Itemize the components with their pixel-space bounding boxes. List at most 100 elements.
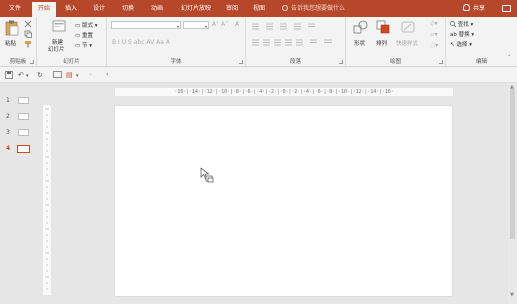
editing-group-label: 编辑 (475, 59, 487, 65)
redo-icon[interactable]: ↻ (37, 71, 43, 79)
replace-label: 替换 (458, 32, 470, 38)
slides-group-label: 幻灯片 (63, 59, 80, 65)
paste-icon[interactable] (5, 20, 19, 36)
slide-number: 3 (6, 129, 10, 136)
slide-thumbnail[interactable]: 1 (0, 95, 37, 107)
tab-animations[interactable]: 动画 (144, 0, 170, 17)
layout-label: 版式 (81, 23, 93, 29)
tab-slideshow[interactable]: 幻灯片放映 (174, 0, 218, 17)
font-name-field[interactable]: ▾ (111, 21, 181, 29)
shape-outline-icon[interactable]: ▱▾ (430, 31, 438, 38)
slide-number: 2 (6, 113, 10, 120)
font-size-field[interactable]: ▾ (183, 21, 209, 29)
find-icon (450, 21, 457, 28)
find-button[interactable]: 查找 ▾ (450, 20, 473, 28)
lightbulb-icon (282, 5, 288, 11)
start-slideshow-icon[interactable] (53, 71, 62, 79)
slide-thumbnail[interactable]: 2 (0, 111, 37, 123)
share-button[interactable]: 共享 (463, 0, 485, 17)
paragraph-group-label: 段落 (289, 59, 301, 65)
slide-thumbnail-image (18, 113, 29, 120)
reset-button[interactable]: ▭ 重置 (75, 31, 93, 39)
comment-icon[interactable] (502, 5, 511, 12)
font-launcher[interactable] (239, 60, 243, 64)
quick-access-toolbar: ↶ ▾ ↻ ▤ ▾ · ‹ (0, 67, 517, 83)
replace-icon: ab (450, 32, 457, 38)
quick-styles-icon[interactable] (400, 20, 416, 35)
grow-shrink-font[interactable]: A˄ A˅ (212, 21, 228, 28)
font-group: ▾ ▾ A˄ A˅ A̸ B I U S abc AV Aa A 字体 (107, 17, 246, 67)
new-slide-label-2[interactable]: 幻灯片 (48, 45, 65, 53)
font-format-row[interactable]: B I U S abc AV Aa A (112, 39, 170, 46)
undo-icon[interactable]: ↶ (18, 71, 24, 79)
shapes-icon[interactable] (353, 20, 369, 35)
qat-dropdown[interactable]: ▾ (76, 73, 79, 79)
drawing-group-label: 绘图 (389, 59, 401, 65)
horizontal-ruler: ·16·|·14·|·12·|·10·|·8·|·6·|·4·|·2·|·0·|… (115, 88, 453, 96)
shape-effects-icon[interactable]: ◌▾ (430, 42, 438, 49)
scroll-down-icon[interactable]: ▼ (510, 292, 514, 298)
editing-group: 查找 ▾ ab 替换 ▾ ↖ 选择 ▾ 编辑 ˄ (446, 17, 517, 67)
select-label: 选择 (456, 42, 468, 48)
slide-thumbnail-pane: 1 2 3 4 (0, 83, 37, 304)
slide-thumbnail-image (18, 97, 29, 104)
tab-design[interactable]: 设计 (86, 0, 112, 17)
copy-icon[interactable] (24, 30, 32, 38)
ribbon: 粘贴 剪贴板 新建 幻灯片 ▭ 版式 ▾ ▭ 重置 ▭ 节 ▾ 幻灯片 ▾ ▾ … (0, 17, 517, 67)
quick-styles-label[interactable]: 快速样式 (396, 39, 418, 47)
move-cursor-icon (200, 167, 214, 183)
vertical-scrollbar[interactable]: ▲ ▼ (508, 83, 517, 304)
slide-number: 1 (6, 97, 10, 104)
find-label: 查找 (457, 22, 469, 28)
scrollbar-thumb[interactable] (510, 89, 515, 239)
vertical-ruler (43, 105, 51, 295)
tab-file[interactable]: 文件 (2, 0, 28, 17)
shape-fill-icon[interactable]: ◇▾ (430, 20, 438, 27)
section-button[interactable]: ▭ 节 ▾ (75, 41, 92, 49)
slide-thumbnail[interactable]: 3 (0, 127, 37, 139)
shapes-label[interactable]: 形状 (354, 39, 365, 47)
new-slide-icon[interactable] (52, 20, 66, 34)
paragraph-group: 段落 (246, 17, 346, 67)
tell-me-text: 告诉我您想要做什么 (291, 5, 346, 12)
drawing-launcher[interactable] (439, 60, 443, 64)
drawing-group: 形状 排列 快速样式 ◇▾ ▱▾ ◌▾ 绘图 (346, 17, 446, 67)
tell-me-box[interactable]: 告诉我您想要做什么 (282, 0, 345, 17)
collapse-ribbon-icon[interactable]: ˄ (508, 55, 511, 61)
select-icon: ↖ (450, 42, 455, 48)
slide-canvas[interactable] (115, 106, 452, 296)
ruler-scale: ·16·|·14·|·12·|·10·|·8·|·6·|·4·|·2·|·0·|… (174, 89, 394, 95)
share-label: 共享 (473, 5, 486, 12)
slide-thumbnail-image (17, 145, 30, 153)
undo-dropdown[interactable]: ▾ (26, 73, 29, 79)
replace-button[interactable]: ab 替换 ▾ (450, 30, 474, 38)
qat-more[interactable]: · (90, 72, 92, 78)
tab-transitions[interactable]: 切换 (115, 0, 141, 17)
tab-view[interactable]: 视图 (247, 0, 271, 17)
paste-label[interactable]: 粘贴 (5, 39, 16, 47)
arrange-label[interactable]: 排列 (376, 39, 387, 47)
slide-thumbnail-selected[interactable]: 4 (0, 143, 37, 155)
select-button[interactable]: ↖ 选择 ▾ (450, 40, 472, 48)
tab-review[interactable]: 审阅 (221, 0, 243, 17)
cut-icon[interactable] (24, 20, 32, 28)
slide-thumbnail-image (18, 129, 29, 136)
format-painter-icon[interactable] (24, 40, 32, 48)
clear-format-icon[interactable]: A̸ (235, 21, 239, 28)
paragraph-tools-icons[interactable] (250, 22, 342, 48)
reset-label: 重置 (81, 33, 93, 39)
share-person-icon (463, 4, 470, 11)
layout-button[interactable]: ▭ 版式 ▾ (75, 21, 97, 29)
slides-group: 新建 幻灯片 ▭ 版式 ▾ ▭ 重置 ▭ 节 ▾ 幻灯片 (37, 17, 107, 67)
qat-overflow[interactable]: ‹ (106, 71, 108, 78)
tab-home[interactable]: 开始 (32, 2, 56, 17)
section-label: 节 (81, 43, 88, 49)
paragraph-launcher[interactable] (339, 60, 343, 64)
clipboard-launcher[interactable] (30, 60, 34, 64)
font-group-label: 字体 (170, 59, 182, 65)
arrange-icon[interactable] (376, 20, 390, 35)
tab-insert[interactable]: 插入 (60, 0, 82, 17)
clipboard-group: 粘贴 剪贴板 (0, 17, 37, 67)
customize-icon[interactable]: ▤ (66, 71, 73, 79)
save-icon[interactable] (5, 71, 13, 79)
